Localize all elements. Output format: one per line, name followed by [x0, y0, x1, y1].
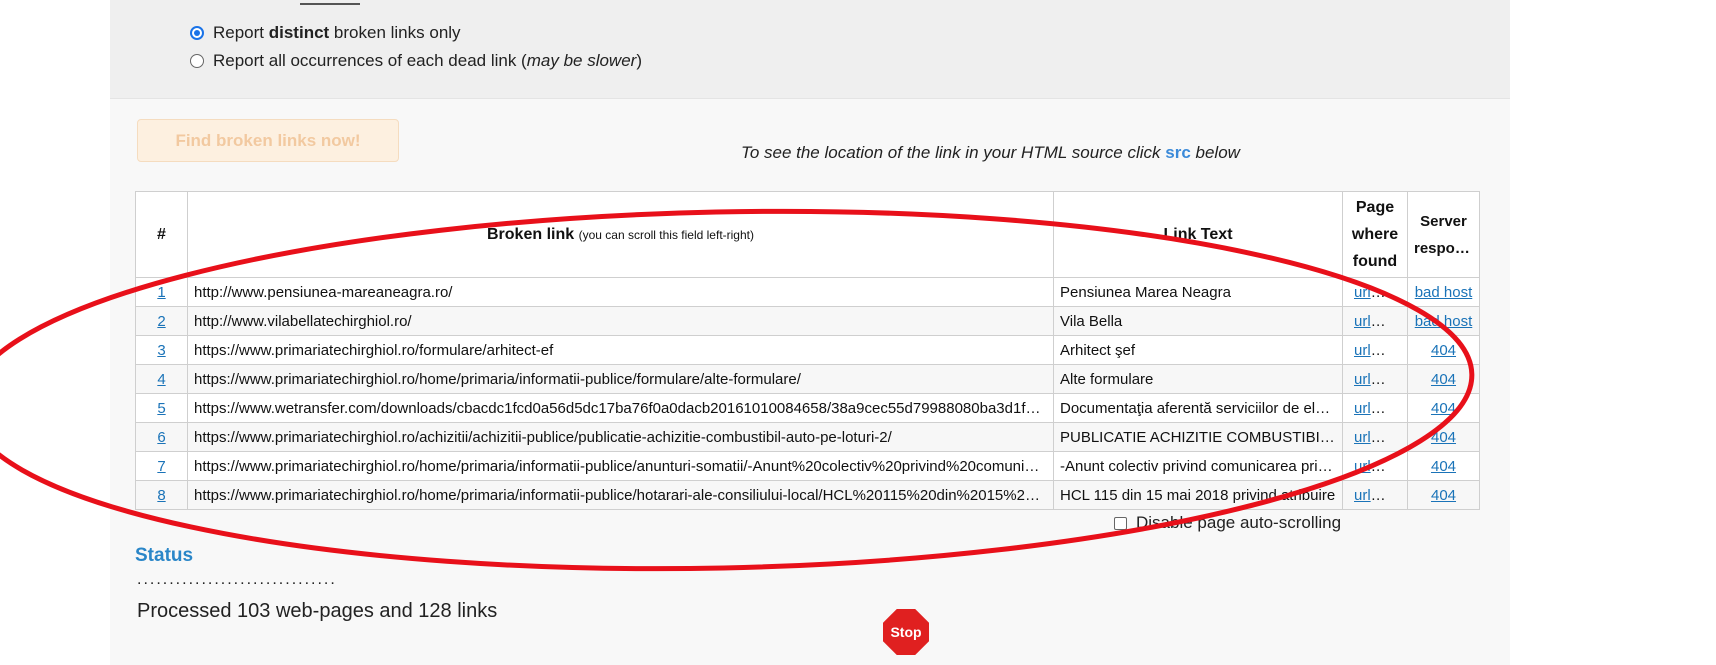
row-number-link[interactable]: 4 [157, 371, 165, 388]
row-number: 5 [135, 393, 188, 423]
server-response-link[interactable]: bad host [1415, 313, 1473, 330]
options-band [110, 0, 1510, 99]
row-number: 4 [135, 364, 188, 394]
broken-link-cell[interactable]: http://www.pensiunea-mareaneagra.ro/ [187, 277, 1054, 307]
server-response-link[interactable]: 404 [1431, 342, 1456, 359]
page-where-found-cell: url src [1342, 451, 1408, 481]
row-number-link[interactable]: 8 [157, 487, 165, 504]
server-response-link[interactable]: 404 [1431, 400, 1456, 417]
table-row: 4 https://www.primariatechirghiol.ro/home… [135, 364, 1480, 394]
page-where-found-cell: url src [1342, 277, 1408, 307]
table-row: 2 http://www.vilabellatechirghiol.ro/Vila… [135, 306, 1480, 336]
url-link[interactable]: url [1354, 487, 1371, 504]
broken-link-cell[interactable]: https://www.primariatechirghiol.ro/achiz… [187, 422, 1054, 452]
broken-link-cell[interactable]: https://www.primariatechirghiol.ro/formu… [187, 335, 1054, 365]
row-number-link[interactable]: 1 [157, 284, 165, 301]
header-num: # [135, 191, 188, 278]
page-where-found-cell: url src [1342, 393, 1408, 423]
server-response-cell: bad host [1407, 277, 1480, 307]
broken-link-cell[interactable]: https://www.primariatechirghiol.ro/home/… [187, 364, 1054, 394]
table-row: 8 https://www.primariatechirghiol.ro/home… [135, 480, 1480, 510]
option-distinct-label: Report distinct broken links only [213, 23, 461, 42]
broken-link-cell[interactable]: http://www.vilabellatechirghiol.ro/ [187, 306, 1054, 336]
url-link[interactable]: url [1354, 371, 1371, 388]
table-header-row: # Broken link (you can scroll this field… [135, 191, 1480, 278]
page-where-found-cell: url src [1342, 364, 1408, 394]
src-hint: To see the location of the link in your … [741, 143, 1240, 162]
link-text-cell: Pensiunea Marea Neagra [1053, 277, 1343, 307]
option-all-label: Report all occurrences of each dead link… [213, 51, 643, 70]
progress-dots: ............................... [137, 571, 337, 588]
link-text-cell: Alte formulare [1053, 364, 1343, 394]
broken-links-table: # Broken link (you can scroll this field… [135, 191, 1480, 510]
link-text-cell: Documentaţia aferentă serviciilor de ela… [1053, 393, 1343, 423]
url-link[interactable]: url [1354, 458, 1371, 475]
disable-auto-scroll-checkbox[interactable] [1114, 516, 1127, 530]
table-row: 3 https://www.primariatechirghiol.ro/form… [135, 335, 1480, 365]
option-distinct[interactable]: Report distinct broken links only [190, 23, 461, 43]
link-text-cell: HCL 115 din 15 mai 2018 privind atribuir… [1053, 480, 1343, 510]
row-number-link[interactable]: 2 [157, 313, 165, 330]
row-number: 8 [135, 480, 188, 510]
url-link[interactable]: url [1354, 429, 1371, 446]
server-response-link[interactable]: 404 [1431, 429, 1456, 446]
link-text-cell: -Anunt colectiv privind comunicarea prin… [1053, 451, 1343, 481]
page-where-found-cell: url src [1342, 335, 1408, 365]
link-text-cell: Arhitect şef [1053, 335, 1343, 365]
server-response-link[interactable]: 404 [1431, 487, 1456, 504]
row-number: 1 [135, 277, 188, 307]
broken-link-cell[interactable]: https://www.primariatechirghiol.ro/home/… [187, 480, 1054, 510]
processed-count: Processed 103 web-pages and 128 links [137, 600, 498, 622]
server-response-cell: 404 [1407, 393, 1480, 423]
option-all-occurrences[interactable]: Report all occurrences of each dead link… [190, 51, 642, 71]
row-number: 3 [135, 335, 188, 365]
server-response-cell: 404 [1407, 480, 1480, 510]
page-where-found-cell: url src [1342, 306, 1408, 336]
stop-button[interactable]: Stop [883, 609, 929, 655]
server-response-cell: 404 [1407, 335, 1480, 365]
link-text-cell: Vila Bella [1053, 306, 1343, 336]
cut-off-control [300, 0, 360, 5]
server-response-cell: 404 [1407, 451, 1480, 481]
header-link-text: Link Text [1053, 191, 1343, 278]
link-text-cell: PUBLICATIE ACHIZITIE COMBUSTIBIL A [1053, 422, 1343, 452]
row-number: 2 [135, 306, 188, 336]
disable-auto-scroll-label: Disable page auto-scrolling [1136, 513, 1342, 532]
find-broken-links-button[interactable]: Find broken links now! [137, 119, 399, 162]
url-link[interactable]: url [1354, 313, 1371, 330]
table-row: 6 https://www.primariatechirghiol.ro/achi… [135, 422, 1480, 452]
server-response-link[interactable]: bad host [1415, 284, 1473, 301]
server-response-cell: bad host [1407, 306, 1480, 336]
table-row: 1 http://www.pensiunea-mareaneagra.ro/Pen… [135, 277, 1480, 307]
page-where-found-cell: url src [1342, 422, 1408, 452]
page-where-found-cell: url src [1342, 480, 1408, 510]
row-number: 6 [135, 422, 188, 452]
row-number: 7 [135, 451, 188, 481]
url-link[interactable]: url [1354, 342, 1371, 359]
row-number-link[interactable]: 6 [157, 429, 165, 446]
radio-distinct-checked[interactable] [190, 26, 204, 40]
row-number-link[interactable]: 3 [157, 342, 165, 359]
url-link[interactable]: url [1354, 400, 1371, 417]
header-broken-link: Broken link (you can scroll this field l… [187, 191, 1054, 278]
broken-link-cell[interactable]: https://www.primariatechirghiol.ro/home/… [187, 451, 1054, 481]
header-server-response: Server response [1407, 191, 1480, 278]
table-row: 5 https://www.wetransfer.com/downloads/cb… [135, 393, 1480, 423]
server-response-cell: 404 [1407, 422, 1480, 452]
row-number-link[interactable]: 5 [157, 400, 165, 417]
disable-auto-scroll-option[interactable]: Disable page auto-scrolling [1114, 513, 1341, 533]
server-response-cell: 404 [1407, 364, 1480, 394]
header-page-where-found: Page where found [1342, 191, 1408, 278]
url-link[interactable]: url [1354, 284, 1371, 301]
server-response-link[interactable]: 404 [1431, 371, 1456, 388]
radio-all-occurrences[interactable] [190, 54, 204, 68]
table-row: 7 https://www.primariatechirghiol.ro/home… [135, 451, 1480, 481]
status-title: Status [135, 545, 194, 566]
row-number-link[interactable]: 7 [157, 458, 165, 475]
server-response-link[interactable]: 404 [1431, 458, 1456, 475]
broken-link-cell[interactable]: https://www.wetransfer.com/downloads/cba… [187, 393, 1054, 423]
